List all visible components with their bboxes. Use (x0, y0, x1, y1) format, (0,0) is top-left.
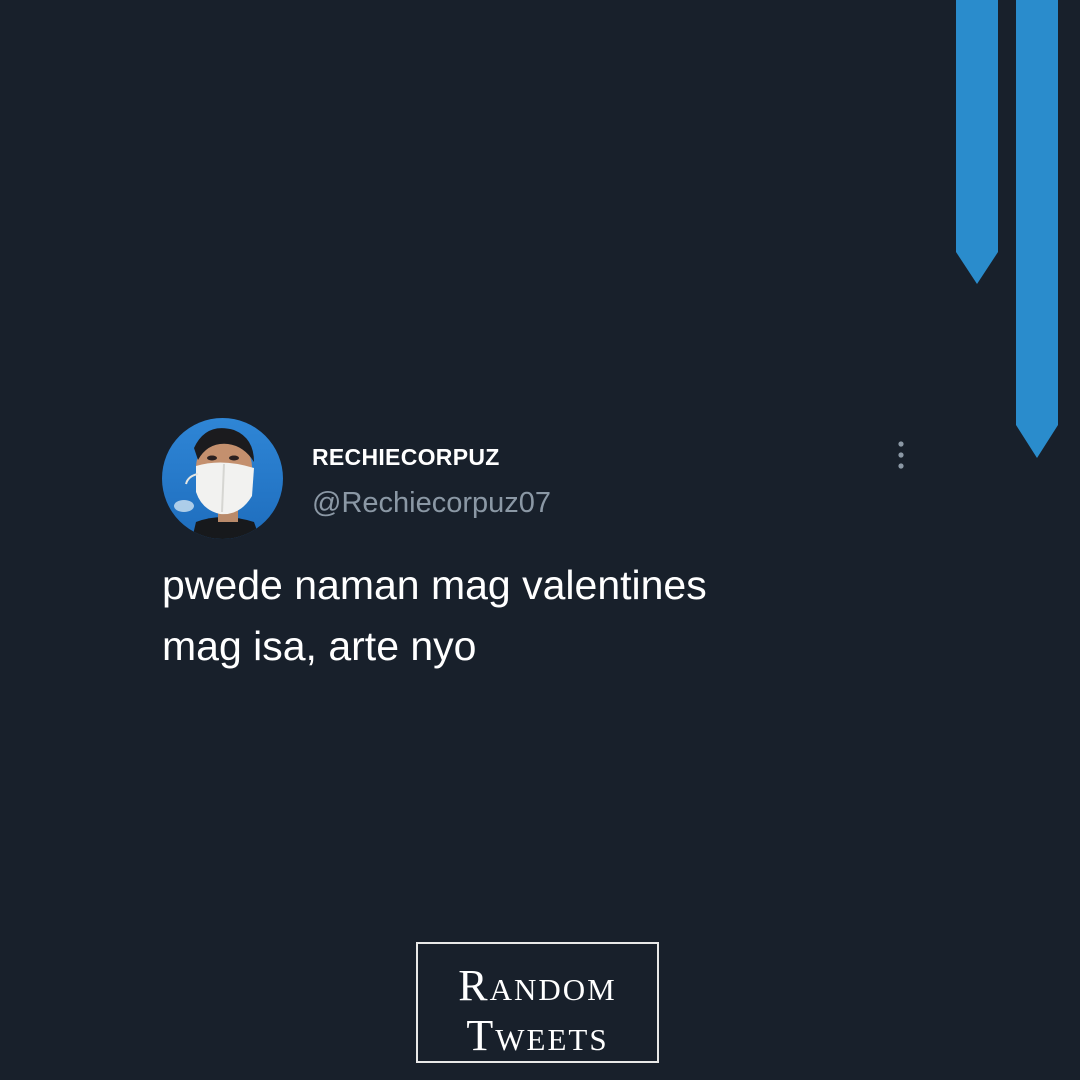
more-options-button[interactable] (886, 438, 916, 472)
display-name[interactable]: RECHIECORPUZ (312, 444, 500, 471)
ribbon-left (956, 0, 998, 284)
ribbon-right (1016, 0, 1058, 458)
vertical-ellipsis-icon (898, 441, 904, 469)
avatar-photo-icon (162, 418, 283, 539)
tweet-text: pwede naman mag valentines mag isa, arte… (162, 562, 707, 669)
watermark-line-1: Random (458, 961, 617, 1010)
watermark-line-2: Tweets (466, 1011, 609, 1060)
user-handle[interactable]: @Rechiecorpuz07 (312, 487, 551, 520)
user-avatar[interactable] (162, 418, 283, 539)
decorative-ribbons (956, 0, 1058, 458)
watermark-logo: Random Tweets (416, 942, 659, 1063)
